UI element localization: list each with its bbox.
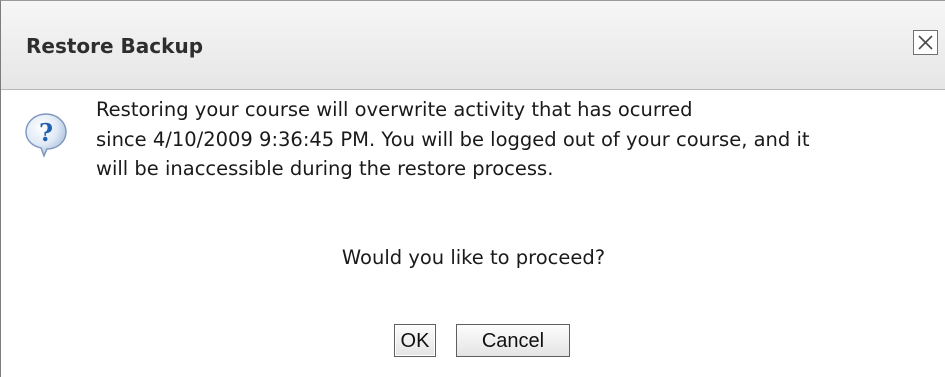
dialog-title: Restore Backup xyxy=(26,34,204,58)
question-icon: ? xyxy=(25,113,67,158)
proceed-prompt: Would you like to proceed? xyxy=(341,246,606,269)
cancel-button[interactable]: Cancel xyxy=(456,324,570,357)
ok-button[interactable]: OK xyxy=(394,324,436,357)
svg-text:?: ? xyxy=(39,118,53,147)
message-line: will be inaccessible during the restore … xyxy=(96,157,554,180)
close-button[interactable] xyxy=(913,30,938,55)
message-line: Restoring your course will overwrite act… xyxy=(96,98,693,121)
restore-backup-dialog: Restore Backup ? Restoring your course w… xyxy=(0,0,945,377)
message-line: since 4/10/2009 9:36:45 PM. You will be … xyxy=(96,127,810,151)
dialog-titlebar: Restore Backup xyxy=(1,1,945,90)
close-icon xyxy=(918,35,933,50)
dialog-message: Restoring your course will overwrite act… xyxy=(96,95,945,184)
